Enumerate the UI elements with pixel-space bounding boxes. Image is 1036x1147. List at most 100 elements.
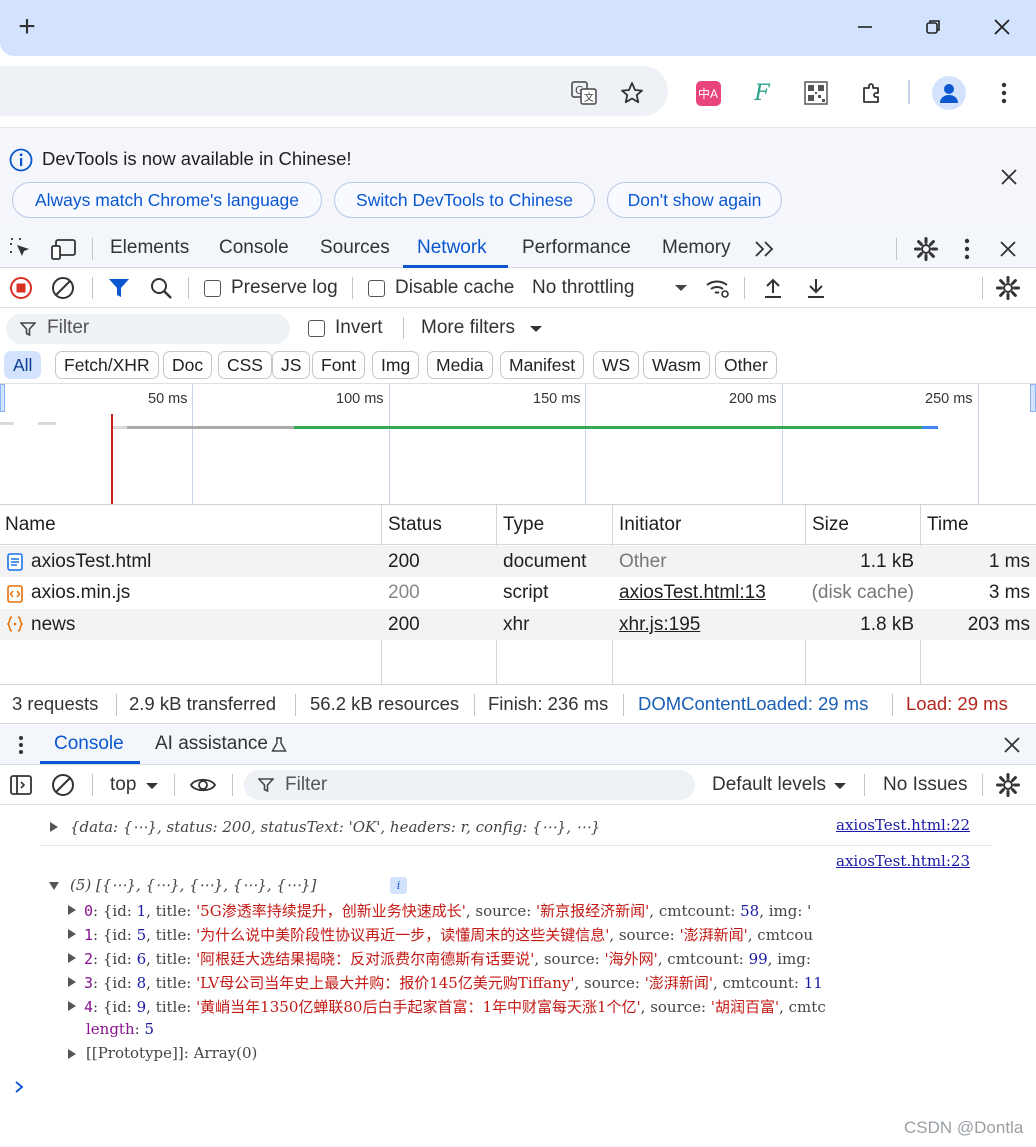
context-select[interactable]: top	[110, 774, 136, 796]
chip-css[interactable]: CSS	[218, 351, 272, 379]
devtools-menu-icon[interactable]	[956, 236, 978, 262]
translate-icon[interactable]: G文	[568, 78, 600, 108]
column-header-time[interactable]: Time	[927, 514, 969, 536]
clear-console-icon[interactable]	[50, 772, 76, 798]
collapse-arrow-icon[interactable]	[47, 880, 61, 892]
close-drawer-icon[interactable]	[1000, 733, 1024, 757]
array-item[interactable]: 1: {id: 5, title: '为什么说中美阶段性协议再近一步，读懂周末的…	[84, 924, 813, 945]
throttling-select[interactable]: No throttling	[532, 277, 634, 299]
expand-arrow-icon[interactable]	[66, 927, 78, 941]
column-header-type[interactable]: Type	[503, 514, 544, 536]
request-name[interactable]: axios.min.js	[31, 582, 130, 604]
overview-left-handle[interactable]	[0, 384, 5, 412]
issues-counter[interactable]: No Issues	[883, 774, 967, 796]
request-name[interactable]: news	[31, 614, 75, 636]
qr-extension-icon[interactable]	[800, 78, 832, 108]
close-infobar-icon[interactable]	[996, 164, 1022, 190]
chip-fetch-xhr[interactable]: Fetch/XHR	[55, 351, 159, 379]
network-conditions-icon[interactable]	[704, 275, 732, 301]
drawer-tab-console[interactable]: Console	[54, 725, 124, 763]
timeline-overview[interactable]: 50 ms 100 ms 150 ms 200 ms 250 ms	[0, 384, 1036, 505]
import-har-upload-icon[interactable]	[760, 275, 786, 301]
log-levels-chevron-down-icon[interactable]	[832, 778, 848, 794]
overview-right-handle[interactable]	[1030, 384, 1036, 412]
tab-sources[interactable]: Sources	[320, 228, 390, 268]
bookmark-star-icon[interactable]	[616, 78, 648, 108]
always-match-language-button[interactable]: Always match Chrome's language	[12, 182, 322, 218]
console-prompt-input[interactable]	[30, 1076, 990, 1100]
clear-icon[interactable]	[50, 275, 76, 301]
chip-js[interactable]: JS	[272, 351, 311, 379]
tab-performance[interactable]: Performance	[522, 228, 631, 268]
array-item[interactable]: 0: {id: 1, title: '5G渗透率持续提升，创新业务快速成长', …	[84, 900, 811, 921]
console-prompt-chevron-icon[interactable]	[12, 1079, 26, 1095]
request-initiator-link[interactable]: xhr.js:195	[619, 614, 700, 636]
console-message-response[interactable]: {data: {⋯}, status: 200, statusText: 'OK…	[70, 818, 600, 836]
search-icon[interactable]	[148, 275, 174, 301]
log-levels-select[interactable]: Default levels	[712, 774, 826, 796]
tab-network[interactable]: Network	[417, 228, 487, 268]
array-item[interactable]: 3: {id: 8, title: 'LV母公司当年史上最大并购：报价145亿美…	[84, 972, 823, 993]
column-header-initiator[interactable]: Initiator	[619, 514, 681, 536]
tab-console[interactable]: Console	[219, 228, 289, 268]
close-window-button[interactable]	[985, 12, 1019, 42]
filter-funnel-icon[interactable]	[106, 275, 132, 301]
inspect-element-icon[interactable]	[8, 236, 34, 262]
expand-arrow-icon[interactable]	[66, 951, 78, 965]
settings-gear-icon[interactable]	[912, 235, 940, 263]
expand-arrow-icon[interactable]	[66, 999, 78, 1013]
new-tab-button[interactable]: +	[12, 10, 42, 43]
dont-show-again-button[interactable]: Don't show again	[607, 182, 782, 218]
extensions-puzzle-icon[interactable]	[856, 78, 888, 108]
chip-other[interactable]: Other	[715, 351, 777, 379]
f-extension-icon[interactable]: F	[746, 78, 778, 108]
context-chevron-down-icon[interactable]	[144, 778, 160, 794]
chip-all[interactable]: All	[4, 351, 42, 379]
record-stop-icon[interactable]	[8, 275, 34, 301]
minimize-button[interactable]	[848, 12, 882, 42]
sidebar-toggle-icon[interactable]	[8, 772, 34, 798]
expand-arrow-icon[interactable]	[48, 820, 60, 834]
chip-wasm[interactable]: Wasm	[643, 351, 710, 379]
live-expression-eye-icon[interactable]	[188, 772, 218, 798]
profile-avatar-icon[interactable]	[932, 76, 966, 110]
switch-to-chinese-button[interactable]: Switch DevTools to Chinese	[334, 182, 595, 218]
expand-arrow-icon[interactable]	[66, 1047, 78, 1061]
chip-doc[interactable]: Doc	[163, 351, 213, 379]
chip-font[interactable]: Font	[312, 351, 366, 379]
chip-manifest[interactable]: Manifest	[500, 351, 585, 379]
column-header-name[interactable]: Name	[5, 514, 56, 536]
more-tabs-chevron-icon[interactable]	[752, 236, 778, 262]
chip-ws[interactable]: WS	[593, 351, 640, 379]
info-badge-icon[interactable]: i	[390, 877, 407, 894]
throttling-chevron-down-icon[interactable]	[672, 280, 690, 296]
array-summary[interactable]: (5) [{⋯}, {⋯}, {⋯}, {⋯}, {⋯}]	[70, 876, 316, 894]
column-header-size[interactable]: Size	[812, 514, 849, 536]
tab-elements[interactable]: Elements	[110, 228, 189, 268]
request-name[interactable]: axiosTest.html	[31, 551, 151, 573]
chrome-menu-icon[interactable]	[990, 78, 1018, 108]
array-prototype[interactable]: [[Prototype]]: Array(0)	[86, 1044, 257, 1062]
disable-cache-checkbox[interactable]	[368, 280, 385, 297]
array-item[interactable]: 2: {id: 6, title: '阿根廷大选结果揭晓：反对派费尔南德斯有话要…	[84, 948, 811, 969]
preserve-log-checkbox[interactable]	[204, 280, 221, 297]
network-settings-gear-icon[interactable]	[994, 274, 1022, 302]
restore-button[interactable]	[916, 12, 950, 42]
chip-media[interactable]: Media	[427, 351, 493, 379]
tab-memory[interactable]: Memory	[662, 228, 731, 268]
chip-img[interactable]: Img	[372, 351, 420, 379]
column-header-status[interactable]: Status	[388, 514, 442, 536]
close-devtools-icon[interactable]	[996, 236, 1020, 262]
invert-checkbox[interactable]	[308, 320, 325, 337]
device-toolbar-icon[interactable]	[50, 236, 78, 262]
translate-extension-icon[interactable]: 中A	[692, 78, 724, 108]
array-item[interactable]: 4: {id: 9, title: '黄峭当年1350亿蝉联80后白手起家首富：…	[84, 996, 826, 1017]
console-source-link[interactable]: axiosTest.html:22	[836, 816, 970, 834]
more-filters-chevron-down-icon[interactable]	[528, 321, 544, 337]
export-har-download-icon[interactable]	[803, 275, 829, 301]
drawer-tab-ai-assistance[interactable]: AI assistance	[155, 725, 268, 763]
drawer-menu-icon[interactable]	[10, 733, 32, 757]
console-settings-gear-icon[interactable]	[994, 771, 1022, 799]
request-initiator-link[interactable]: axiosTest.html:13	[619, 582, 766, 604]
more-filters-button[interactable]: More filters	[421, 317, 515, 339]
